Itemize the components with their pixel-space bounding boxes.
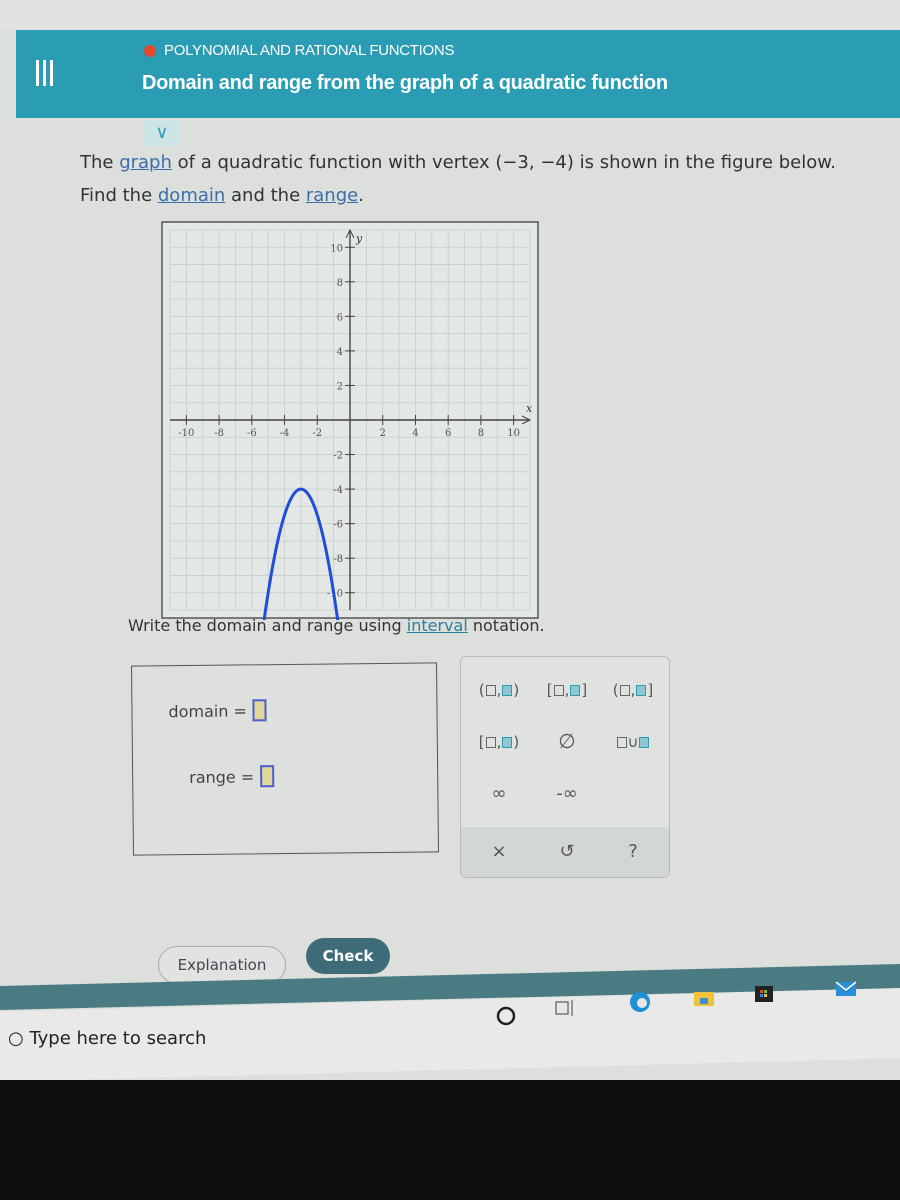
x-tick-label: 8 (478, 428, 484, 439)
keypad-footer: × ↺ ? (461, 827, 669, 877)
range-label: range = (189, 766, 255, 787)
range-row: range = (189, 765, 275, 788)
section-dot-icon (144, 44, 156, 57)
empty-set-button[interactable]: ∅ (537, 729, 597, 753)
domain-label: domain = (168, 700, 248, 721)
cortana-icon[interactable] (494, 1004, 518, 1028)
x-tick-label: 6 (445, 428, 451, 439)
search-icon: ○ (8, 1028, 24, 1049)
q-text: Find the (80, 185, 158, 206)
domain-input[interactable] (252, 699, 268, 722)
y-tick-label: 6 (337, 312, 343, 323)
closed-open-interval-button[interactable]: [,) (469, 733, 529, 751)
open-closed-interval-button[interactable]: (,] (603, 681, 663, 699)
q-text: is shown in the figure below. (573, 152, 837, 173)
y-tick-label: 4 (337, 347, 343, 358)
clear-button[interactable]: × (469, 841, 529, 862)
store-icon[interactable] (752, 980, 776, 1004)
range-input[interactable] (260, 765, 275, 788)
instruction-text: Write the domain and range using interva… (128, 616, 545, 635)
section-label: POLYNOMIAL AND RATIONAL FUNCTIONS (164, 42, 455, 59)
check-button[interactable]: Check (306, 938, 390, 974)
y-axis-label: y (355, 232, 363, 245)
x-tick-label: -10 (178, 428, 194, 439)
edge-browser-icon[interactable] (628, 990, 652, 1014)
y-tick-label: -6 (333, 520, 343, 531)
y-tick-label: -8 (333, 554, 343, 565)
y-tick-label: 2 (337, 381, 343, 392)
range-link[interactable]: range (306, 185, 358, 206)
y-tick-label: -4 (333, 485, 343, 496)
closed-closed-interval-button[interactable]: [,] (537, 681, 597, 699)
x-tick-label: -6 (247, 428, 257, 439)
y-tick-label: 8 (337, 278, 343, 289)
x-tick-label: 4 (412, 428, 418, 439)
y-tick-label: -2 (333, 451, 343, 462)
interval-link[interactable]: interval (407, 616, 468, 635)
breadcrumb: POLYNOMIAL AND RATIONAL FUNCTIONS (144, 42, 454, 59)
question-text: The graph of a quadratic function with v… (80, 146, 836, 212)
union-button[interactable]: ∪ (603, 733, 663, 751)
task-view-icon[interactable] (552, 996, 576, 1020)
explanation-button[interactable]: Explanation (158, 946, 286, 984)
q-text: and the (225, 185, 306, 206)
instr-text: Write the domain and range using (128, 616, 407, 635)
x-axis-label: x (526, 402, 533, 415)
screen-bezel (0, 1080, 900, 1200)
open-open-interval-button[interactable]: (,) (469, 681, 529, 699)
domain-link[interactable]: domain (158, 185, 225, 206)
collapse-chevron-icon[interactable]: ∨ (144, 120, 180, 146)
x-tick-label: 2 (380, 428, 386, 439)
x-tick-label: -8 (214, 428, 224, 439)
q-text: of a quadratic function with vertex (171, 152, 496, 173)
vertex-value: (−3, −4) (495, 152, 574, 173)
page-title: Domain and range from the graph of a qua… (142, 72, 668, 94)
negative-infinity-button[interactable]: -∞ (537, 783, 597, 804)
mail-icon[interactable] (834, 976, 858, 1000)
top-strip (0, 0, 900, 30)
interval-keypad: (,) [,] (,] [,) ∅ ∪ ∞ -∞ × ↺ ? (460, 656, 670, 878)
x-tick-label: -2 (312, 428, 322, 439)
search-placeholder: Type here to search (29, 1028, 207, 1049)
x-tick-label: -4 (280, 428, 290, 439)
screen: POLYNOMIAL AND RATIONAL FUNCTIONS Domain… (0, 0, 900, 1090)
infinity-button[interactable]: ∞ (469, 783, 529, 804)
y-tick-label: 10 (330, 243, 343, 254)
graph: x y -10 -8 -6 -4 -2 2 4 6 8 10 10 8 6 4 2 -2 -4 -6 -8 -10 (160, 220, 540, 641)
graph-link[interactable]: graph (119, 152, 172, 173)
q-text: . (358, 185, 364, 206)
q-text: The (80, 152, 120, 173)
taskbar-search[interactable]: ○ Type here to search (8, 1028, 206, 1049)
answer-box: domain = range = (131, 662, 439, 856)
domain-row: domain = (168, 699, 268, 722)
graph-svg: xy-10 -8 -6 -4 -2 2 4 6 8 10108642-2-4-6-8-10 (161, 221, 539, 641)
help-button[interactable]: ? (603, 841, 663, 862)
undo-button[interactable]: ↺ (537, 841, 597, 862)
instr-text: notation. (467, 616, 545, 635)
hamburger-menu-icon[interactable] (36, 60, 54, 86)
file-explorer-icon[interactable] (692, 986, 716, 1010)
x-tick-label: 10 (507, 428, 520, 439)
